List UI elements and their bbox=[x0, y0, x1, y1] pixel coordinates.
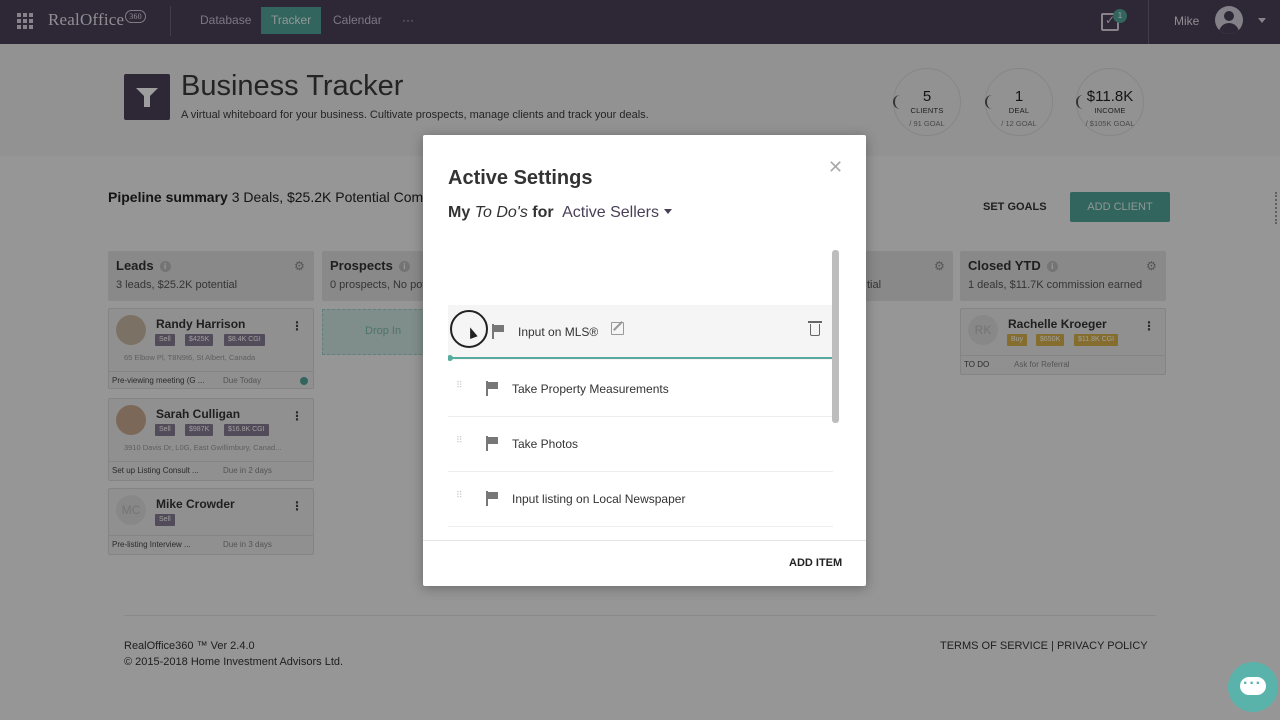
todo-item-label: Input on MLS® bbox=[518, 325, 599, 339]
todo-list: Input on MLS® ⠿ Take Property Measuremen… bbox=[448, 250, 841, 540]
chat-icon[interactable] bbox=[1228, 662, 1278, 712]
close-icon[interactable]: ✕ bbox=[828, 157, 843, 178]
drop-indicator bbox=[448, 355, 833, 361]
drag-handle-icon[interactable]: ⠿ bbox=[456, 381, 463, 390]
todo-item-dragging[interactable]: Input on MLS® bbox=[448, 305, 833, 360]
active-settings-modal: ✕ Active Settings My To Do's for Active … bbox=[423, 135, 866, 586]
drag-handle-icon[interactable]: ⠿ bbox=[456, 491, 463, 500]
todo-item-label: Take Photos bbox=[512, 437, 579, 451]
flag-icon[interactable] bbox=[485, 436, 499, 452]
edit-icon[interactable] bbox=[611, 322, 624, 335]
modal-subtitle: My To Do's for Active Sellers bbox=[448, 204, 672, 222]
todo-item[interactable]: ⠿ Input listing on Local Newspaper bbox=[448, 472, 833, 527]
todo-item[interactable]: ⠿ Take Property Measurements bbox=[448, 362, 833, 417]
subtitle-for: for bbox=[532, 204, 554, 221]
trash-icon[interactable] bbox=[808, 321, 822, 336]
modal-title: Active Settings bbox=[448, 167, 593, 189]
flag-icon[interactable] bbox=[485, 491, 499, 507]
todo-item[interactable]: ⠿ Take Photos bbox=[448, 417, 833, 472]
modal-footer: ADD ITEM bbox=[423, 540, 866, 586]
list-scrollbar[interactable] bbox=[832, 250, 839, 423]
subtitle-my: My bbox=[448, 204, 471, 221]
add-item-button[interactable]: ADD ITEM bbox=[789, 557, 842, 569]
drag-handle-icon[interactable]: ⠿ bbox=[456, 436, 463, 445]
client-type-dropdown[interactable]: Active Sellers bbox=[562, 204, 672, 221]
todo-item-label: Input listing on Local Newspaper bbox=[512, 492, 686, 506]
subtitle-todos: To Do's bbox=[474, 204, 528, 221]
chevron-down-icon bbox=[664, 209, 672, 214]
flag-icon[interactable] bbox=[485, 381, 499, 397]
dropdown-value: Active Sellers bbox=[562, 204, 659, 221]
flag-icon[interactable] bbox=[491, 324, 505, 340]
todo-item-label: Take Property Measurements bbox=[512, 382, 669, 396]
